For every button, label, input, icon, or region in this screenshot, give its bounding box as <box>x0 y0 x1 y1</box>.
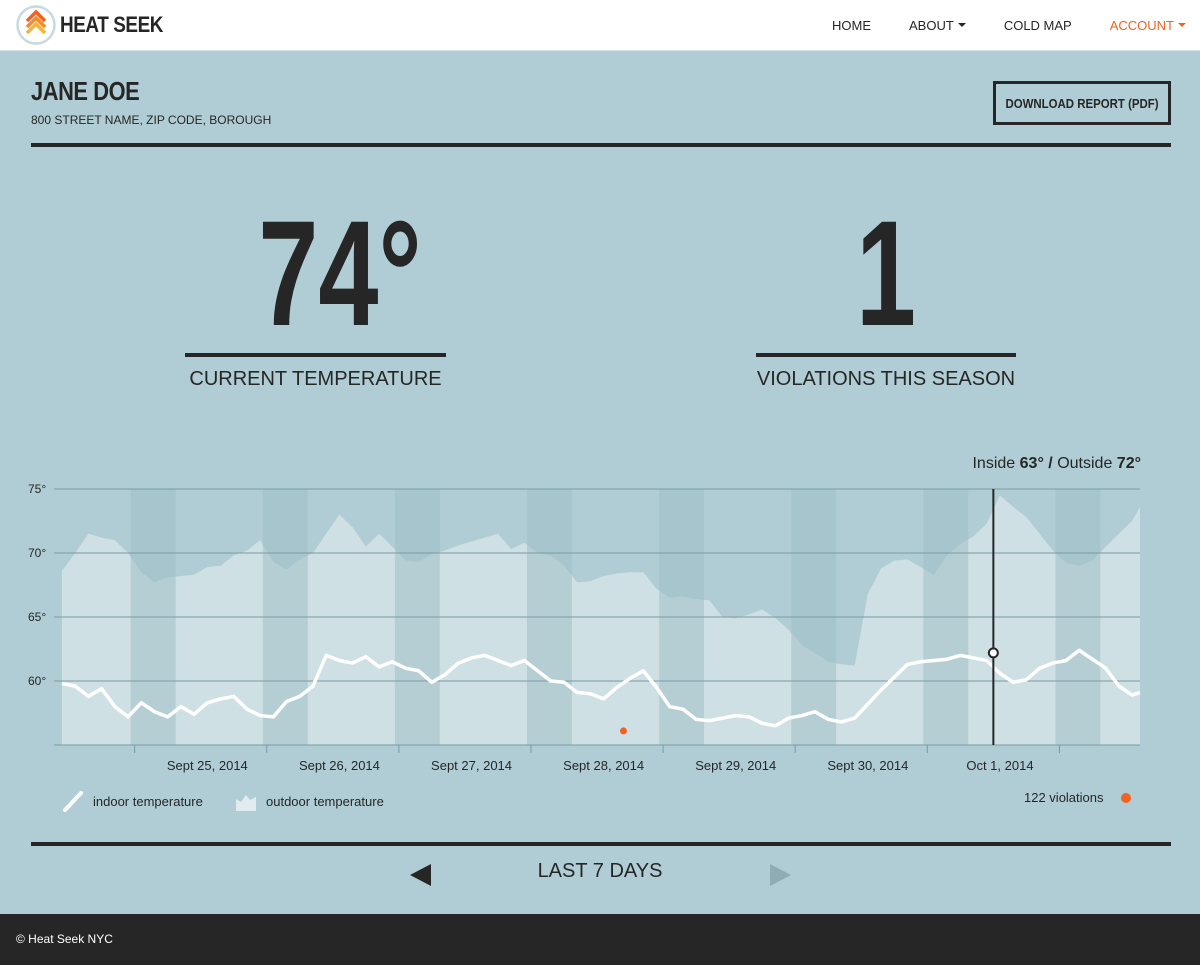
brand-name: HEAT SEEK <box>60 12 164 37</box>
caret-down-icon <box>1178 23 1186 27</box>
x-tick-label: Oct 1, 2014 <box>966 758 1033 773</box>
previous-week-button[interactable] <box>410 864 431 886</box>
y-tick-label: 60° <box>28 674 46 688</box>
nav-account[interactable]: ACCOUNT <box>1110 18 1186 33</box>
tenant-name: JANE DOE <box>31 76 140 106</box>
nav-about-label: ABOUT <box>909 17 954 33</box>
next-week-button[interactable] <box>770 864 791 886</box>
legend-violations-label: 122 violations <box>1024 790 1104 805</box>
x-tick-label: Sept 30, 2014 <box>827 758 908 773</box>
nav-cold-map[interactable]: COLD MAP <box>1004 18 1072 33</box>
top-navbar: HEAT SEEK HOME ABOUT COLD MAP ACCOUNT <box>0 0 1200 51</box>
stat-divider <box>756 353 1016 357</box>
legend-outdoor: outdoor temperature <box>235 790 384 812</box>
brand-logo[interactable]: HEAT SEEK <box>16 5 180 45</box>
y-tick-label: 70° <box>28 546 46 560</box>
flame-logo-icon <box>16 5 56 45</box>
footer: © Heat Seek NYC <box>0 914 1200 965</box>
legend-indoor: indoor temperature <box>62 790 203 812</box>
violations-label: VIOLATIONS THIS SEASON <box>756 368 1016 390</box>
y-tick-label: 65° <box>28 610 46 624</box>
download-report-button[interactable]: DOWNLOAD REPORT (PDF) <box>993 81 1171 125</box>
x-tick-label: Sept 29, 2014 <box>695 758 776 773</box>
nav-home[interactable]: HOME <box>832 18 871 33</box>
legend-indoor-label: indoor temperature <box>93 793 203 809</box>
y-tick-label: 75° <box>28 482 46 496</box>
download-report-label: DOWNLOAD REPORT (PDF) <box>1005 95 1159 111</box>
caret-down-icon <box>957 23 966 27</box>
section-divider <box>31 842 1171 846</box>
hover-cursor-point <box>987 647 999 659</box>
nav-about[interactable]: ABOUT <box>909 18 966 33</box>
x-tick-label: Sept 27, 2014 <box>431 758 512 773</box>
outdoor-area-icon <box>236 795 256 811</box>
stat-divider <box>185 353 446 357</box>
violation-dot-icon <box>1120 792 1131 803</box>
nav-cold-map-label: COLD MAP <box>1003 17 1072 33</box>
date-range-label: LAST 7 DAYS <box>537 860 663 882</box>
indoor-line-icon <box>63 791 83 812</box>
outdoor-temperature-area <box>62 495 1140 745</box>
nav-home-label: HOME <box>832 17 872 33</box>
current-temperature-value: 74° <box>258 189 422 357</box>
x-tick-label: Sept 28, 2014 <box>563 758 644 773</box>
x-tick-label: Sept 26, 2014 <box>299 758 380 773</box>
current-temperature-label: CURRENT TEMPERATURE <box>189 368 442 390</box>
footer-copyright: © Heat Seek NYC <box>16 932 113 946</box>
main-nav: HOME ABOUT COLD MAP ACCOUNT <box>794 0 1186 50</box>
legend-violations: 122 violations <box>1024 790 1133 805</box>
temperature-chart[interactable]: 75° 70° 65° 60° Sept 25, 2014 Sept 26, 2014 Se… <box>0 440 1200 780</box>
nav-account-label: ACCOUNT <box>1109 17 1174 33</box>
x-tick-label: Sept 25, 2014 <box>167 758 248 773</box>
section-divider <box>31 143 1171 147</box>
legend-outdoor-label: outdoor temperature <box>266 793 384 809</box>
violation-point <box>619 727 627 735</box>
tenant-address: 800 STREET NAME, ZIP CODE, BOROUGH <box>31 113 272 127</box>
violations-count: 1 <box>855 189 917 357</box>
